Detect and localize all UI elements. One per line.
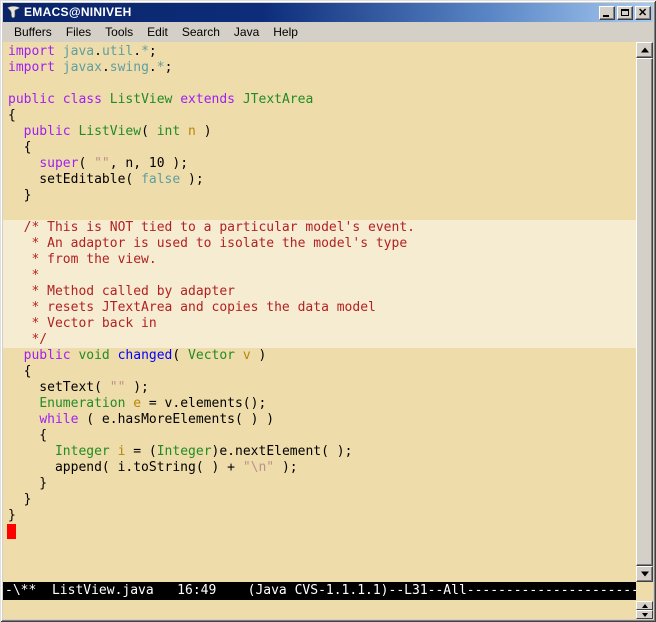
code-line[interactable]: * An adaptor is used to isolate the mode… xyxy=(8,236,636,252)
menu-item-help[interactable]: Help xyxy=(266,23,305,42)
menu-item-files[interactable]: Files xyxy=(59,23,98,42)
code-line[interactable]: public ListView( int n ) xyxy=(8,124,636,140)
code-line[interactable]: { xyxy=(8,108,636,124)
code-line[interactable]: { xyxy=(8,140,636,156)
code-line[interactable]: import javax.swing.*; xyxy=(8,60,636,76)
code-line[interactable]: { xyxy=(8,364,636,380)
minibuffer-scroll-down-button[interactable] xyxy=(636,610,653,619)
editor-frame: import java.util.*;import javax.swing.*;… xyxy=(3,42,653,582)
code-line[interactable]: while ( e.hasMoreElements( ) ) xyxy=(8,412,636,428)
maximize-button[interactable] xyxy=(617,6,633,20)
scrollbar-up-button[interactable] xyxy=(636,42,653,58)
echo-area-row xyxy=(3,600,653,619)
code-line[interactable] xyxy=(8,76,636,92)
menu-item-buffers[interactable]: Buffers xyxy=(7,23,59,42)
code-line[interactable]: append( i.toString( ) + "\n" ); xyxy=(8,460,636,476)
code-line[interactable]: * xyxy=(8,268,636,284)
up-arrow-icon xyxy=(641,48,649,53)
titlebar[interactable]: EMACS@NINIVEH ✕ xyxy=(3,3,653,22)
code-line[interactable]: * resets JTextArea and copies the data m… xyxy=(8,300,636,316)
code-line[interactable]: Integer i = (Integer)e.nextElement( ); xyxy=(8,444,636,460)
code-line[interactable]: } xyxy=(8,188,636,204)
close-button[interactable]: ✕ xyxy=(635,6,651,20)
code-line[interactable]: public class ListView extends JTextArea xyxy=(8,92,636,108)
mode-line-row: -\** ListView.java 16:49 (Java CVS-1.1.1… xyxy=(3,582,653,600)
close-icon: ✕ xyxy=(638,8,647,18)
minimize-button[interactable] xyxy=(599,6,615,20)
menu-item-tools[interactable]: Tools xyxy=(98,23,140,42)
maximize-icon xyxy=(621,9,629,16)
code-line[interactable]: * from the view. xyxy=(8,252,636,268)
code-line[interactable]: setText( "" ); xyxy=(8,380,636,396)
vertical-scrollbar[interactable] xyxy=(636,42,653,582)
menu-item-edit[interactable]: Edit xyxy=(140,23,175,42)
minimize-icon xyxy=(603,15,609,17)
code-line[interactable]: import java.util.*; xyxy=(8,44,636,60)
scrollbar-thumb[interactable] xyxy=(636,58,653,566)
code-line[interactable]: setEditable( false ); xyxy=(8,172,636,188)
code-line[interactable]: */ xyxy=(8,332,636,348)
mode-line-gap xyxy=(636,582,653,600)
code-line[interactable]: { xyxy=(8,428,636,444)
down-arrow-icon xyxy=(641,572,649,577)
code-line[interactable]: public void changed( Vector v ) xyxy=(8,348,636,364)
code-line[interactable]: } xyxy=(8,508,636,524)
code-line[interactable]: super( "", n, 10 ); xyxy=(8,156,636,172)
window-controls: ✕ xyxy=(599,6,651,20)
code-line[interactable]: /* This is NOT tied to a particular mode… xyxy=(8,220,636,236)
emacs-window: EMACS@NINIVEH ✕ Buffers Files Tools Edit… xyxy=(0,0,656,622)
code-line[interactable]: } xyxy=(8,492,636,508)
menu-item-java[interactable]: Java xyxy=(227,23,266,42)
emacs-gnu-icon xyxy=(6,5,21,20)
minibuffer-scrollbar xyxy=(636,600,653,619)
code-line[interactable]: Enumeration e = v.elements(); xyxy=(8,396,636,412)
code-line[interactable]: } xyxy=(8,476,636,492)
mode-line: -\** ListView.java 16:49 (Java CVS-1.1.1… xyxy=(3,582,636,600)
down-arrow-icon xyxy=(642,613,648,617)
scrollbar-down-button[interactable] xyxy=(636,566,653,582)
code-buffer[interactable]: import java.util.*;import javax.swing.*;… xyxy=(3,42,636,582)
minibuffer-scroll-up-button[interactable] xyxy=(636,601,653,610)
menu-item-search[interactable]: Search xyxy=(175,23,227,42)
text-cursor xyxy=(7,524,16,539)
window-title: EMACS@NINIVEH xyxy=(24,3,599,22)
code-line[interactable]: * Vector back in xyxy=(8,316,636,332)
up-arrow-icon xyxy=(642,604,648,608)
menu-bar: Buffers Files Tools Edit Search Java Hel… xyxy=(3,22,653,42)
code-line[interactable] xyxy=(8,204,636,220)
code-line[interactable] xyxy=(8,524,636,540)
echo-area[interactable] xyxy=(3,600,636,619)
code-line[interactable]: * Method called by adapter xyxy=(8,284,636,300)
